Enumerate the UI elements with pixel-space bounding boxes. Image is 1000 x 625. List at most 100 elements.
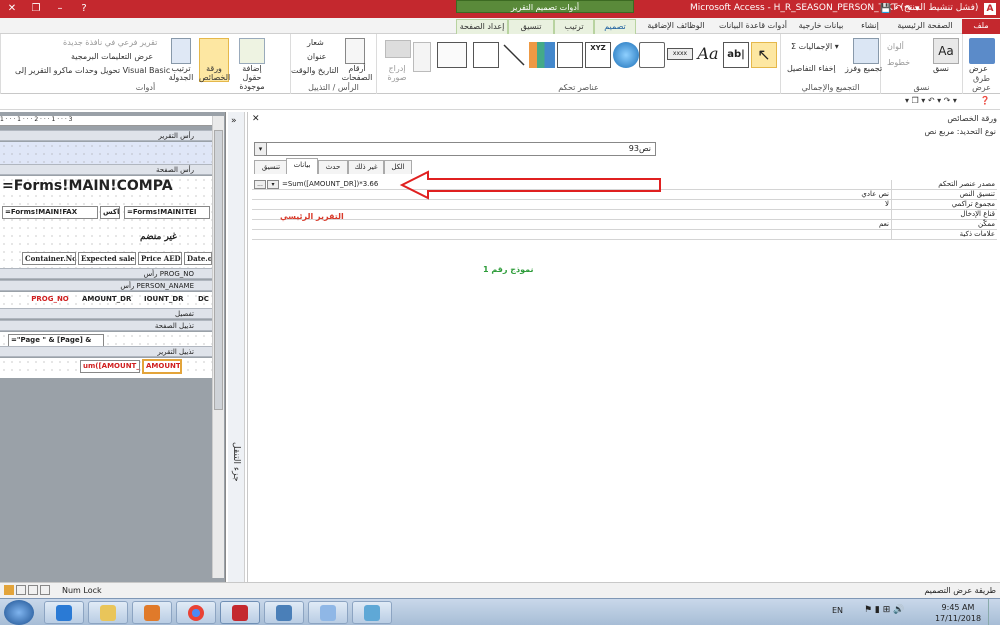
tab-database-tools[interactable]: أدوات قاعدة البيانات	[716, 19, 790, 34]
prop-row-smart-tags[interactable]: علامات ذكية	[252, 230, 997, 240]
title-button[interactable]: عنوان	[307, 52, 326, 61]
prop-row-enabled[interactable]: نعم ممكّن	[252, 220, 997, 230]
prop-row-input-mask[interactable]: قناع الإدخال	[252, 210, 997, 220]
tab-other-props[interactable]: غير ذلك	[348, 160, 384, 174]
tab-data-props[interactable]: بيانات	[286, 158, 318, 174]
controls-gallery-scroll[interactable]	[413, 42, 431, 72]
control-selector-dropdown[interactable]: ▾ نص93	[254, 142, 656, 156]
controls-gallery-more[interactable]	[437, 42, 467, 68]
prog-no-header-bar[interactable]: رأس PROG_NO	[0, 268, 212, 279]
navigation-pane-collapsed[interactable]: » جزء التنقل	[228, 112, 245, 582]
taskbar-chrome[interactable]	[176, 601, 216, 624]
tab-format[interactable]: تنسيق	[508, 19, 554, 34]
tab-format-props[interactable]: تنسيق	[254, 160, 288, 174]
detail-bar[interactable]: تفصيل	[0, 308, 212, 319]
control-source-dropdown[interactable]: ▾	[267, 180, 279, 189]
language-indicator[interactable]: EN	[832, 606, 843, 615]
page-header-bar[interactable]: رأس الصفحة	[0, 164, 212, 175]
help-button[interactable]: ?	[72, 0, 96, 17]
select-pointer-icon[interactable]: ↖	[751, 42, 777, 68]
dc-field[interactable]: DC	[196, 294, 212, 305]
tab-page-setup[interactable]: إعداد الصفحة	[456, 19, 508, 34]
design-view-icon[interactable]	[4, 585, 14, 595]
sum-expression-1[interactable]: um([AMOUNT_D	[80, 360, 140, 373]
system-clock[interactable]: 9:45 AM 17/11/2018	[934, 602, 982, 624]
tab-design[interactable]: تصميم	[594, 19, 636, 34]
fax-expression[interactable]: =Forms!MAIN!FAX	[2, 206, 98, 219]
subreport-new-window-button[interactable]: تقرير فرعي في نافذة جديدة	[63, 38, 157, 47]
tab-event-props[interactable]: حدث	[318, 160, 348, 174]
fax-label[interactable]: فاكس	[100, 206, 120, 219]
report-footer-body[interactable]: um([AMOUNT_D AMOUNT_D	[0, 358, 212, 374]
report-footer-bar[interactable]: تذييل التقرير	[0, 346, 212, 357]
scroll-thumb[interactable]	[214, 130, 223, 410]
tab-external-data[interactable]: بيانات خارجية	[790, 19, 852, 34]
col-expected-sales[interactable]: Expected sales	[78, 252, 136, 265]
prog-no-field[interactable]: PROG_NO	[22, 294, 78, 305]
view-code-button[interactable]: عرض التعليمات البرمجية	[71, 52, 153, 61]
page-footer-body[interactable]: ="Page " & [Page] &	[0, 332, 212, 347]
taskbar-explorer[interactable]	[88, 601, 128, 624]
amount-dr-field[interactable]: AMOUNT_DR	[80, 294, 140, 305]
quick-access-toolbar[interactable]: 💾 ↶ ↷ ▾	[880, 4, 919, 14]
tab-file[interactable]: ملف	[962, 19, 1000, 34]
input-mask-value[interactable]	[252, 210, 892, 220]
maximize-window-button[interactable]: ❐	[24, 0, 48, 17]
running-sum-value[interactable]: لا	[252, 200, 892, 210]
label-control-icon[interactable]: Aa	[695, 42, 721, 68]
tel-expression[interactable]: =Forms!MAIN!TEI	[124, 206, 210, 219]
button-control-icon[interactable]: xxxx	[667, 48, 693, 60]
group-sort-button[interactable]: تجميع وفرز	[845, 64, 882, 73]
smart-tags-value[interactable]	[252, 230, 892, 240]
print-preview-icon[interactable]	[40, 585, 50, 595]
person-header-bar[interactable]: رأس PERSON_ANAME	[0, 280, 212, 291]
enabled-value[interactable]: نعم	[252, 220, 892, 230]
designer-vertical-scrollbar[interactable]	[212, 116, 224, 578]
tray-icons[interactable]: ⚑ ▮ ⊞ 🔊	[864, 605, 904, 615]
totals-button[interactable]: Σ الإجماليات ▾	[791, 42, 839, 51]
page-footer-bar[interactable]: تذييل الصفحة	[0, 320, 212, 331]
tab-home[interactable]: الصفحة الرئيسية	[888, 19, 962, 34]
report-view-icon[interactable]	[28, 585, 38, 595]
themes-button[interactable]: نسق	[933, 64, 949, 73]
report-designer[interactable]: 1 · · · 1 · · · 2 · · · 1 · · · 3 رأس ال…	[0, 112, 226, 582]
date-time-button[interactable]: التاريخ والوقت	[291, 66, 339, 75]
tab-arrange[interactable]: ترتيب	[554, 19, 594, 34]
textbox-control-icon[interactable]: ab|	[723, 42, 749, 68]
chevron-down-icon[interactable]: ▾	[255, 143, 267, 155]
view-button[interactable]: عرض	[969, 64, 988, 73]
rectangle-control-icon[interactable]	[473, 42, 499, 68]
taskbar-media[interactable]	[132, 601, 172, 624]
strip-controls[interactable]: ▾ ❐ ▾ ↶ ▾ ↷ ▾	[905, 96, 957, 105]
page-numbers-button[interactable]: أرقام الصفحات	[341, 64, 373, 82]
col-container-no[interactable]: Container.No	[22, 252, 76, 265]
taskbar-ie[interactable]	[44, 601, 84, 624]
company-expression[interactable]: =Forms!MAIN!COMPA	[2, 178, 210, 194]
colors-button[interactable]: ألوان	[887, 42, 904, 51]
amount-dr2-field[interactable]: IOUNT_DR	[142, 294, 184, 305]
sum-expression-selected[interactable]: AMOUNT_D	[142, 359, 182, 374]
help-icon[interactable]: ❓	[980, 96, 990, 105]
close-window-button[interactable]: ✕	[0, 0, 24, 17]
line-control-icon[interactable]	[501, 42, 527, 68]
person-header-body[interactable]: PROG_NO AMOUNT_DR IOUNT_DR DC	[0, 292, 212, 308]
logo-button[interactable]: شعار	[307, 38, 324, 47]
builder-ellipsis-button[interactable]: ...	[254, 180, 266, 189]
minimize-window-button[interactable]: –	[48, 0, 72, 17]
expand-nav-icon[interactable]: »	[231, 116, 237, 126]
page-break-icon[interactable]	[557, 42, 583, 68]
taskbar-access[interactable]	[220, 601, 260, 624]
hyperlink-control-icon[interactable]	[613, 42, 639, 68]
chart-control-icon[interactable]	[529, 42, 555, 68]
page-header-body[interactable]: =Forms!MAIN!COMPA =Forms!MAIN!FAX فاكس =…	[0, 176, 212, 268]
tab-control-icon[interactable]	[639, 42, 665, 68]
show-desktop-button[interactable]	[988, 599, 1000, 625]
col-price-aed[interactable]: Price AED	[138, 252, 182, 265]
prop-row-running-sum[interactable]: لا مجموع تراكمي	[252, 200, 997, 210]
taskbar-app8[interactable]	[352, 601, 392, 624]
col-date[interactable]: Date.o	[184, 252, 212, 265]
property-sheet-button[interactable]: ورقة الخصائص	[199, 64, 230, 82]
convert-macros-button[interactable]: تحويل وحدات ماكرو التقرير إلى Visual Bas…	[15, 66, 170, 75]
tab-create[interactable]: إنشاء	[852, 19, 888, 34]
insert-image-button[interactable]: إدراج صورة	[381, 64, 413, 82]
